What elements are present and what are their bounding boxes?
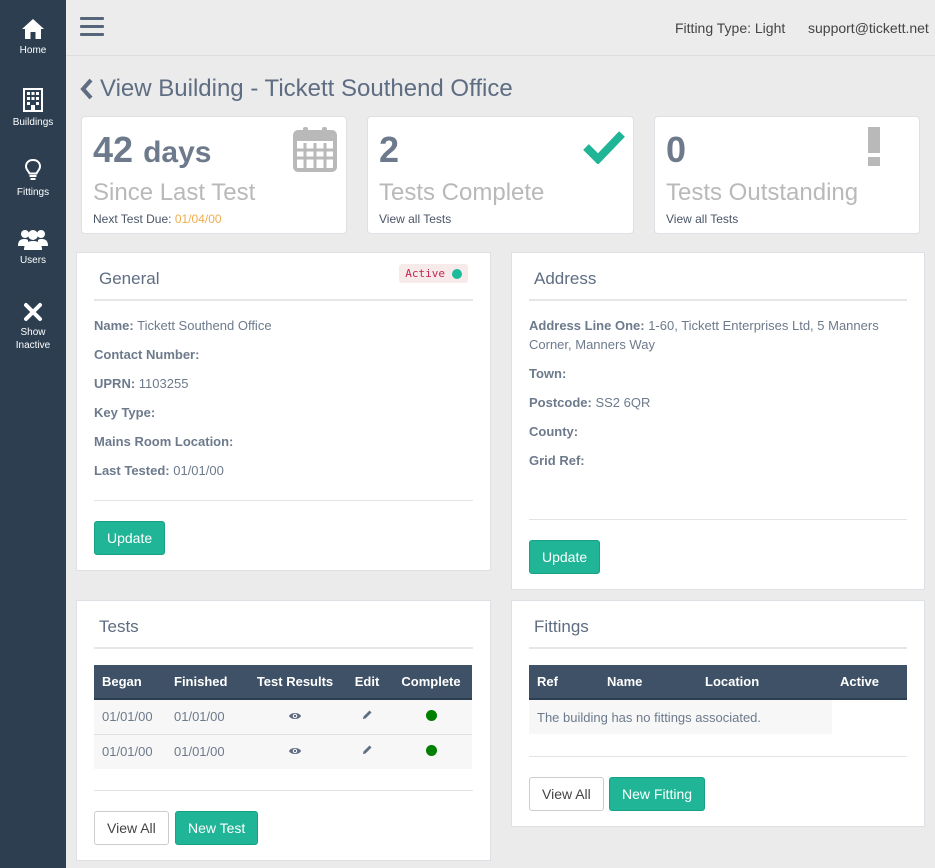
column-header-finished[interactable]: Finished bbox=[166, 665, 246, 700]
menu-toggle-icon[interactable] bbox=[80, 17, 104, 38]
home-icon bbox=[22, 19, 44, 39]
address-panel: Address Address Line One: 1-60, Tickett … bbox=[511, 252, 925, 590]
fittings-table: Ref Name Location Active The building ha… bbox=[529, 665, 907, 734]
field-last-tested: Last Tested: 01/01/00 bbox=[94, 463, 224, 478]
sidebar-item-home[interactable]: Home bbox=[0, 18, 66, 57]
table-row: 01/01/00 01/01/00 bbox=[94, 733, 472, 769]
view-results-cell bbox=[246, 733, 344, 769]
column-header-began[interactable]: Began bbox=[94, 665, 166, 700]
stat-number: 0 bbox=[666, 129, 687, 170]
stat-card-tests-complete: 2 Tests Complete View all Tests bbox=[367, 116, 634, 234]
sidebar-item-fittings[interactable]: Fittings bbox=[0, 158, 66, 199]
field-address-line-one: Address Line One: 1-60, Tickett Enterpri… bbox=[529, 318, 879, 352]
column-header-location[interactable]: Location bbox=[697, 665, 832, 700]
page-title: View Building - Tickett Southend Office bbox=[80, 75, 513, 103]
cell-began: 01/01/00 bbox=[94, 733, 166, 769]
panel-title: Address bbox=[534, 269, 597, 288]
building-icon bbox=[23, 88, 43, 112]
column-header-complete[interactable]: Complete bbox=[390, 665, 472, 700]
column-header-ref[interactable]: Ref bbox=[529, 665, 599, 700]
page-title-text: View Building - Tickett Southend Office bbox=[100, 75, 513, 102]
stat-number: 2 bbox=[379, 129, 400, 170]
eye-icon[interactable] bbox=[288, 711, 302, 721]
users-icon bbox=[18, 230, 48, 250]
chevron-left-icon[interactable] bbox=[80, 78, 94, 100]
tests-panel: Tests Began Finished Test Results Edit C… bbox=[76, 600, 491, 861]
view-all-tests-link[interactable]: View all Tests bbox=[379, 212, 451, 226]
complete-indicator bbox=[425, 745, 437, 757]
complete-cell bbox=[390, 733, 472, 769]
sidebar: Home Buildings Fittings Users Show Inact… bbox=[0, 0, 66, 868]
new-test-button[interactable]: New Test bbox=[175, 811, 259, 845]
sidebar-item-show-inactive[interactable]: Show Inactive bbox=[0, 302, 66, 352]
fittings-panel: Fittings Ref Name Location Active The bu… bbox=[511, 600, 925, 827]
pencil-icon[interactable] bbox=[361, 709, 373, 721]
complete-cell bbox=[390, 698, 472, 734]
general-panel: General Active Name: Tickett Southend Of… bbox=[76, 252, 491, 571]
view-all-fittings-button[interactable]: View All bbox=[529, 777, 604, 811]
field-uprn: UPRN: 1103255 bbox=[94, 376, 189, 391]
stat-label: Tests Outstanding bbox=[666, 179, 859, 206]
eye-icon[interactable] bbox=[288, 746, 302, 756]
update-general-button[interactable]: Update bbox=[94, 521, 166, 555]
field-key-type: Key Type: bbox=[94, 405, 156, 420]
field-town: Town: bbox=[529, 366, 567, 381]
sidebar-item-users[interactable]: Users bbox=[0, 228, 66, 267]
sidebar-item-buildings[interactable]: Buildings bbox=[0, 88, 66, 129]
field-county: County: bbox=[529, 424, 579, 439]
panel-title: Tests bbox=[99, 617, 139, 636]
close-icon bbox=[24, 303, 42, 321]
stat-card-tests-outstanding: 0 Tests Outstanding View all Tests bbox=[654, 116, 920, 234]
edit-cell bbox=[344, 733, 390, 769]
column-header-test-results[interactable]: Test Results bbox=[246, 665, 344, 700]
cell-finished: 01/01/00 bbox=[166, 733, 246, 769]
next-test-due: Next Test Due: 01/04/00 bbox=[93, 212, 222, 226]
cell-finished: 01/01/00 bbox=[166, 698, 246, 734]
field-postcode: Postcode: SS2 6QR bbox=[529, 395, 651, 410]
stat-label: Tests Complete bbox=[379, 179, 545, 206]
field-mains-room-location: Mains Room Location: bbox=[94, 434, 234, 449]
stat-number: 42 days bbox=[93, 129, 212, 170]
view-results-cell bbox=[246, 698, 344, 734]
lightbulb-icon bbox=[24, 158, 42, 180]
column-header-active[interactable]: Active bbox=[832, 665, 907, 700]
complete-indicator bbox=[425, 710, 437, 722]
stat-card-since-last-test: 42 days Since Last Test Next Test Due: 0… bbox=[81, 116, 347, 234]
stat-label: Since Last Test bbox=[93, 179, 256, 206]
status-badge: Active bbox=[399, 264, 468, 283]
user-email[interactable]: support@tickett.net bbox=[808, 20, 929, 36]
column-header-edit[interactable]: Edit bbox=[344, 665, 390, 700]
cell-began: 01/01/00 bbox=[94, 698, 166, 734]
top-bar: Fitting Type: Light support@tickett.net bbox=[66, 0, 935, 56]
edit-cell bbox=[344, 698, 390, 734]
update-address-button[interactable]: Update bbox=[529, 540, 601, 574]
view-all-tests-link[interactable]: View all Tests bbox=[666, 212, 738, 226]
field-grid-ref: Grid Ref: bbox=[529, 453, 585, 468]
view-all-tests-button[interactable]: View All bbox=[94, 811, 169, 845]
empty-message: The building has no fittings associated. bbox=[529, 698, 832, 734]
table-row: 01/01/00 01/01/00 bbox=[94, 698, 472, 734]
column-header-name[interactable]: Name bbox=[599, 665, 697, 700]
sidebar-item-label: Home bbox=[19, 45, 47, 56]
table-row: The building has no fittings associated. bbox=[529, 698, 907, 734]
sidebar-item-label: Buildings bbox=[12, 117, 54, 128]
status-dot bbox=[452, 268, 462, 279]
pencil-icon[interactable] bbox=[361, 744, 373, 756]
sidebar-item-label: Show Inactive bbox=[15, 327, 51, 351]
check-icon bbox=[583, 131, 625, 164]
panel-title: Fittings bbox=[534, 617, 589, 636]
field-contact-number: Contact Number: bbox=[94, 347, 200, 362]
field-name: Name: Tickett Southend Office bbox=[94, 318, 272, 333]
new-fitting-button[interactable]: New Fitting bbox=[609, 777, 706, 811]
calendar-icon bbox=[293, 127, 337, 172]
sidebar-item-label: Fittings bbox=[16, 187, 50, 198]
panel-title: General bbox=[99, 269, 160, 288]
sidebar-item-label: Users bbox=[19, 255, 47, 266]
fitting-type-label[interactable]: Fitting Type: Light bbox=[675, 20, 785, 36]
exclamation-icon bbox=[868, 127, 880, 166]
tests-table: Began Finished Test Results Edit Complet… bbox=[94, 665, 472, 769]
